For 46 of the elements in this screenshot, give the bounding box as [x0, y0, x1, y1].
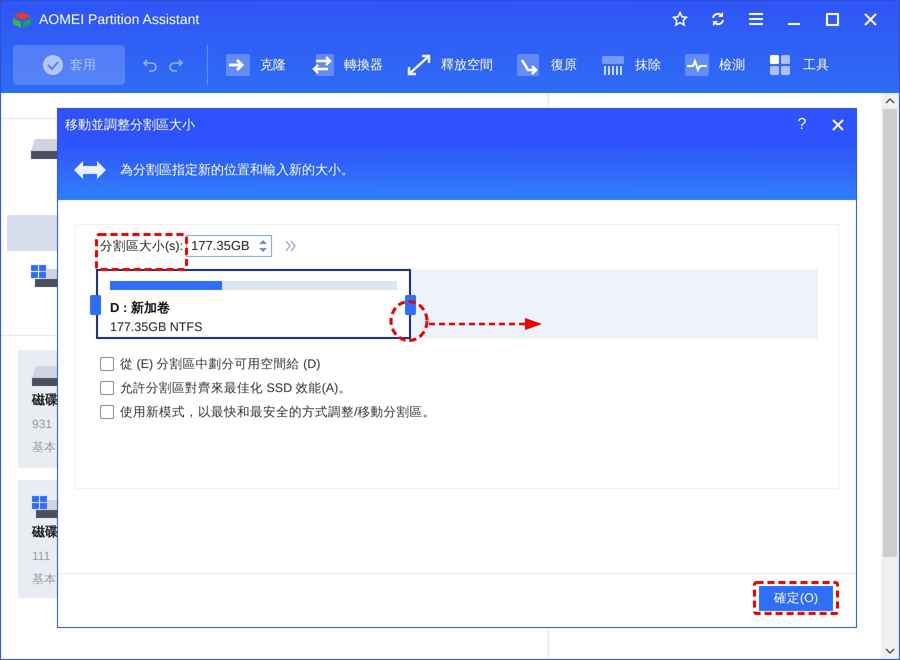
toolbar-button[interactable]: 釋放空間: [395, 45, 505, 85]
app-logo-icon: [11, 10, 33, 28]
help-button[interactable]: ?: [782, 112, 822, 136]
disk-type: 基本: [32, 570, 56, 588]
toolbar-button[interactable]: 轉換器: [298, 45, 395, 85]
disk-name: 磁碟: [32, 391, 58, 409]
dialog-header-text: 為分割區指定新的位置和輸入新的大小。: [120, 161, 354, 180]
toolbar-button[interactable]: 克隆: [214, 45, 298, 85]
right-resize-handle[interactable]: [405, 295, 416, 315]
disk-name: 磁碟: [32, 523, 58, 541]
expand-arrows-icon: [407, 54, 431, 76]
check-circle-icon: [42, 54, 64, 76]
undo-icon[interactable]: [143, 58, 157, 72]
partition-name: D : 新加卷: [110, 299, 170, 317]
left-resize-handle[interactable]: [90, 295, 101, 315]
size-field[interactable]: 177.35GB: [186, 235, 272, 257]
checkbox[interactable]: [100, 357, 114, 372]
option-label: 使用新模式，以最快和最安全的方式調整/移動分割區。: [120, 404, 436, 420]
app-title: AOMEI Partition Assistant: [39, 10, 200, 28]
toolbar-button[interactable]: 復原: [505, 45, 589, 85]
spin-icon[interactable]: [259, 239, 268, 253]
size-label: 分割區大小(s):: [100, 238, 184, 255]
ok-button[interactable]: 確定(O): [759, 586, 833, 611]
toolbar-button[interactable]: 檢測: [673, 45, 757, 85]
scrollbar-thumb[interactable]: [883, 109, 897, 557]
dialog-title: 移動並調整分割區大小: [65, 116, 195, 134]
partition-block[interactable]: D : 新加卷 177.35GB NTFS: [96, 269, 411, 339]
redo-icon[interactable]: [169, 58, 183, 72]
toolbar-button[interactable]: 工具: [757, 45, 841, 85]
close-icon[interactable]: [832, 118, 844, 130]
swap-arrows-icon: [310, 54, 334, 76]
highlight-circle: [389, 300, 429, 342]
checkbox[interactable]: [100, 381, 114, 396]
option-label: 允許分割區對齊來最佳化 SSD 效能(A)。: [120, 380, 352, 397]
checkbox[interactable]: [100, 404, 114, 419]
shredder-icon: [601, 54, 625, 76]
option-label: 從 (E) 分割區中劃分可用空間給 (D): [120, 356, 320, 373]
disk-size: 931: [32, 416, 52, 432]
partition-details: 177.35GB NTFS: [110, 318, 202, 336]
resize-arrows-icon: [74, 160, 106, 180]
pulse-icon: [685, 54, 709, 76]
grid-icon: [769, 54, 793, 76]
expand-icon[interactable]: [285, 240, 298, 252]
disk-type: 基本: [32, 438, 56, 456]
disk-size: 111: [32, 548, 50, 564]
toolbar-button[interactable]: 抹除: [589, 45, 673, 85]
